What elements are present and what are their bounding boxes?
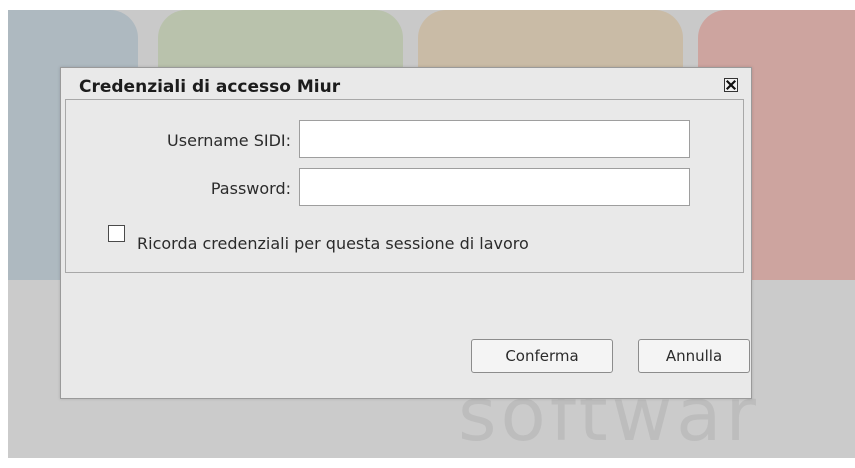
remember-label: Ricorda credenziali per questa sessione … xyxy=(137,234,529,253)
password-input[interactable] xyxy=(299,168,690,206)
username-input[interactable] xyxy=(299,120,690,158)
password-label: Password: xyxy=(210,179,291,198)
username-label: Username SIDI: xyxy=(167,131,291,150)
close-icon[interactable] xyxy=(724,78,738,92)
cancel-button[interactable]: Annulla xyxy=(638,339,750,373)
remember-checkbox[interactable] xyxy=(108,225,125,242)
dialog-title: Credenziali di accesso Miur xyxy=(79,77,341,97)
confirm-button[interactable]: Conferma xyxy=(471,339,613,373)
login-dialog: Credenziali di accesso Miur Username SID… xyxy=(60,67,752,399)
